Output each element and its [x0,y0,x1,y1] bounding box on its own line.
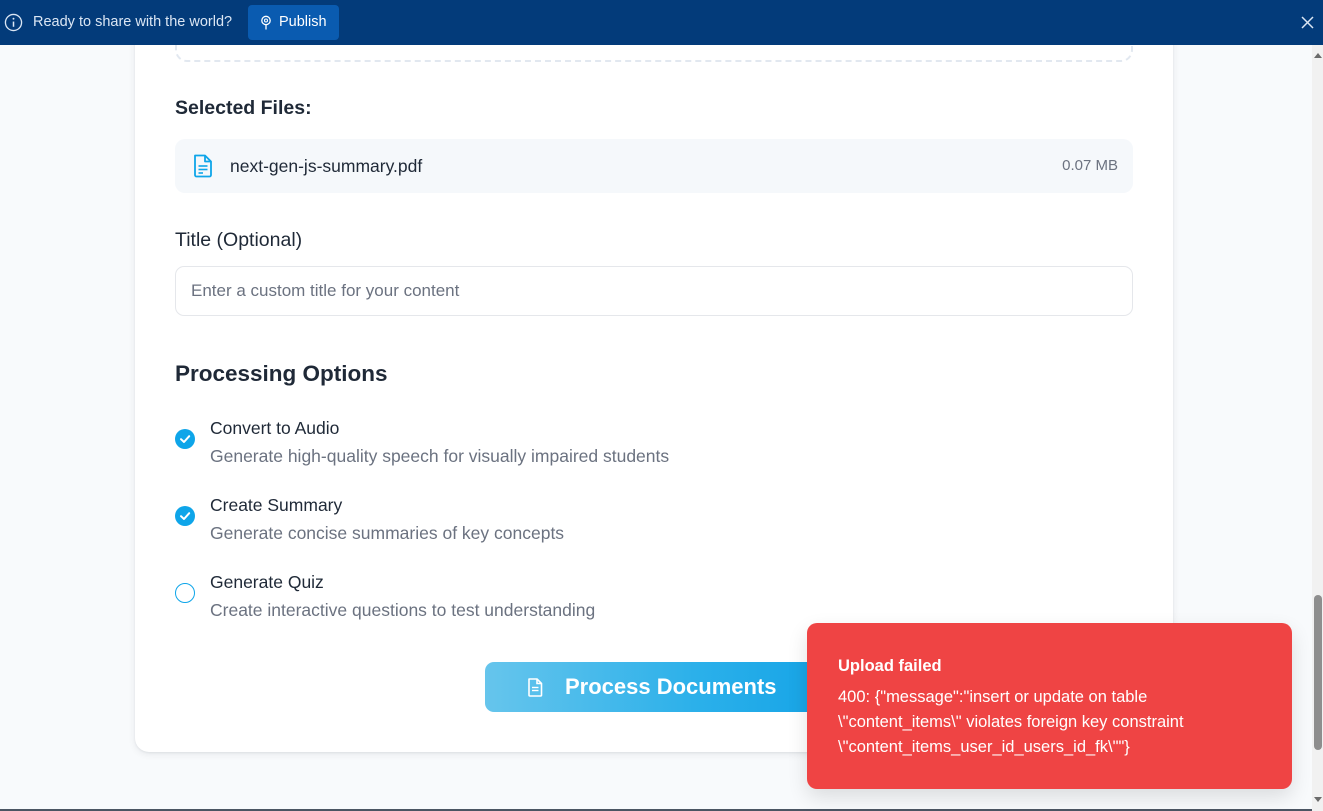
option-label: Generate Quiz [210,572,324,592]
publish-button[interactable]: Publish [248,5,339,40]
checkbox-unchecked[interactable] [175,583,195,603]
publish-button-label: Publish [279,14,327,30]
option-description: Generate concise summaries of key concep… [210,523,565,543]
title-input[interactable] [175,266,1133,316]
publish-banner: Ready to share with the world? Publish [0,0,1323,45]
document-icon [528,678,543,697]
file-name: next-gen-js-summary.pdf [230,156,423,176]
file-size: 0.07 MB [1062,157,1118,174]
check-icon [180,435,191,443]
toast-message-line: \"content_items\" violates foreign key c… [838,713,1184,731]
check-icon [180,512,191,520]
option-create-summary[interactable]: Create Summary Generate concise summarie… [175,495,875,547]
option-generate-quiz[interactable]: Generate Quiz Create interactive questio… [175,572,875,624]
option-convert-audio[interactable]: Convert to Audio Generate high-quality s… [175,418,875,470]
info-icon [4,13,23,32]
option-description: Create interactive questions to test und… [210,600,596,620]
scroll-down-icon[interactable] [1314,797,1322,802]
error-toast[interactable]: Upload failed 400: {"message":"insert or… [807,623,1292,789]
pin-icon [261,15,271,30]
toast-message-line: 400: {"message":"insert or update on tab… [838,688,1148,706]
process-button-label: Process Documents [565,674,777,699]
close-icon[interactable] [1300,15,1315,30]
toast-message-line: \"content_items_user_id_users_id_fk\""} [838,738,1130,756]
checkbox-checked[interactable] [175,506,195,526]
page-scrollbar[interactable] [1312,45,1323,811]
toast-title: Upload failed [838,657,942,675]
scrollbar-thumb[interactable] [1314,595,1322,750]
file-item: next-gen-js-summary.pdf 0.07 MB [175,139,1133,193]
checkbox-checked[interactable] [175,429,195,449]
processing-options-heading: Processing Options [175,361,388,386]
title-label: Title (Optional) [175,229,303,251]
scroll-up-icon[interactable] [1314,53,1322,58]
toast-message: 400: {"message":"insert or update on tab… [838,685,1258,760]
option-label: Convert to Audio [210,418,340,438]
banner-message: Ready to share with the world? [33,14,233,30]
option-label: Create Summary [210,495,343,515]
process-documents-button[interactable]: Process Documents [485,662,839,712]
document-icon [194,154,212,178]
selected-files-heading: Selected Files: [175,97,312,119]
option-description: Generate high-quality speech for visuall… [210,446,670,466]
